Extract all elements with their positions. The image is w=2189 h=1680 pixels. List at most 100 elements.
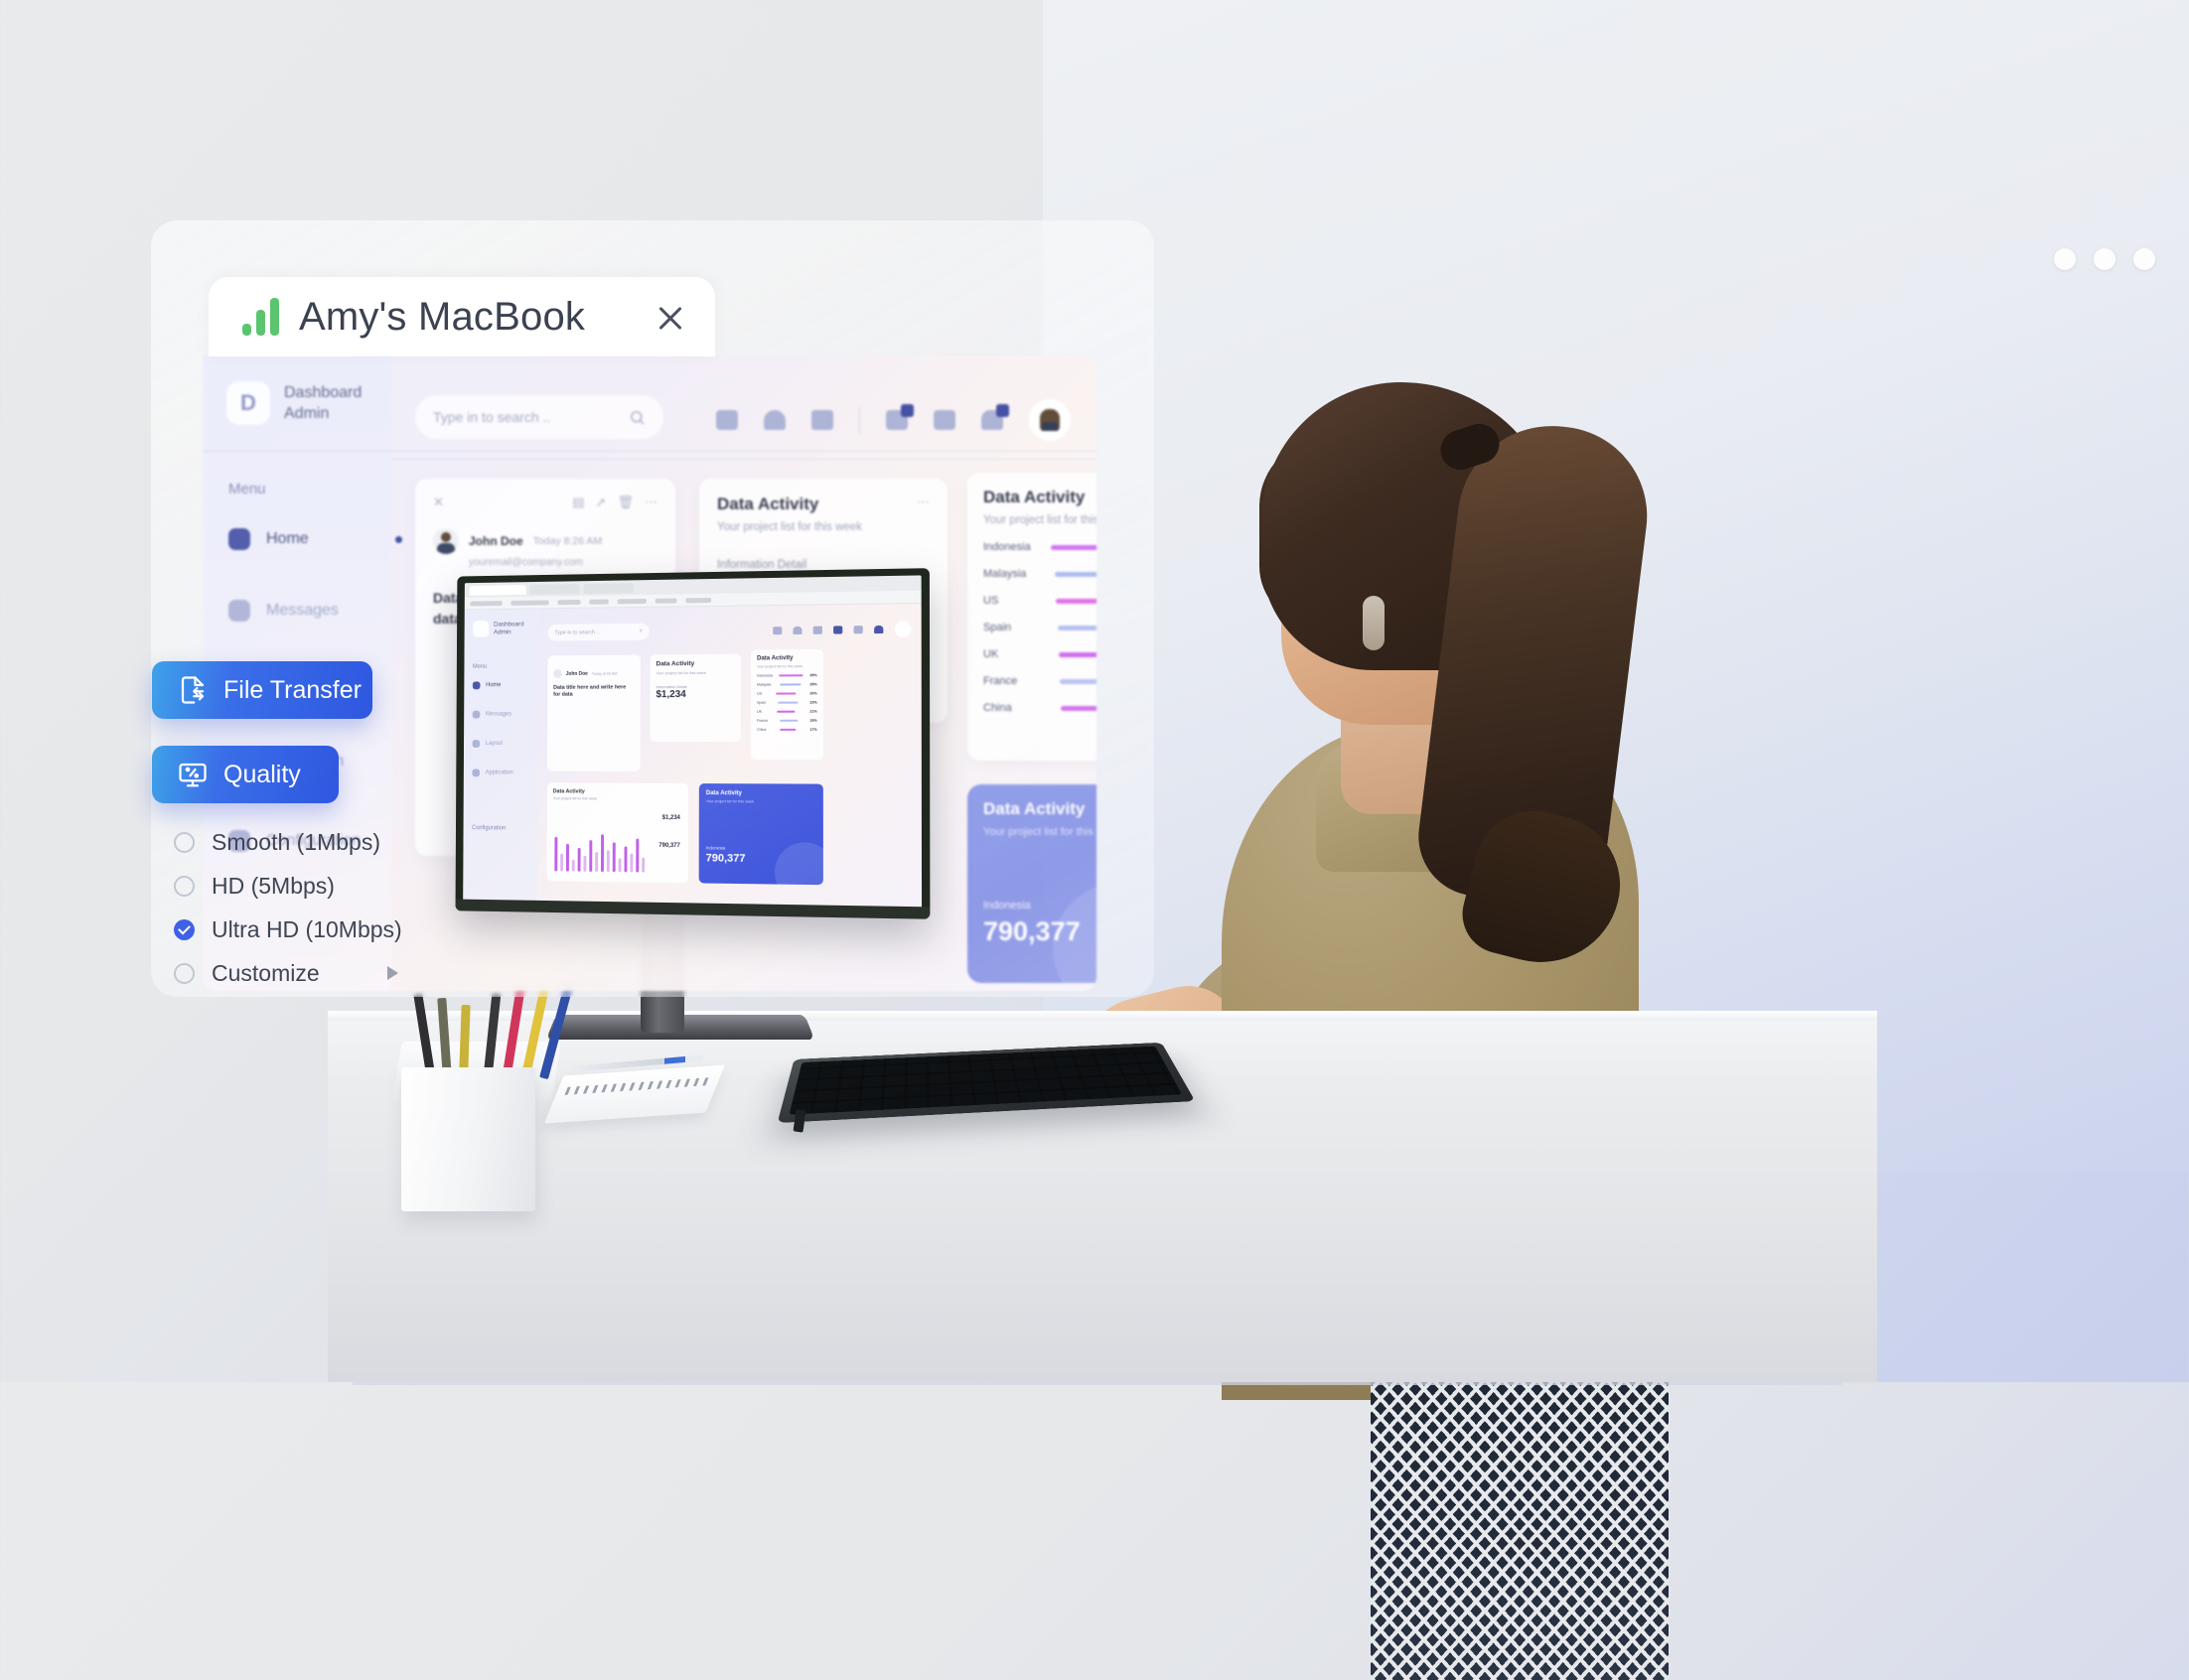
sidebar-item-home[interactable]: Home xyxy=(472,681,502,690)
mail-subject: Data title here and write here for data xyxy=(553,684,627,698)
monitor-dashboard: Dashboard Admin Type in to search .. ⌕ Me… xyxy=(463,603,923,910)
country-row: China17% xyxy=(983,702,1096,714)
toolbar-item[interactable] xyxy=(617,598,647,604)
bell-icon[interactable] xyxy=(874,625,884,634)
country-row: US26% xyxy=(983,595,1096,607)
country-name: Spain xyxy=(983,622,1012,633)
calendar-icon[interactable] xyxy=(716,410,738,430)
toolbar-item[interactable] xyxy=(685,597,712,603)
country-name: Malaysia xyxy=(983,568,1027,580)
session-title-bar: Amy's MacBook xyxy=(209,277,715,356)
chart-bars xyxy=(554,822,647,873)
search-icon: ⌕ xyxy=(639,628,643,634)
country-row: Spain 23% xyxy=(757,700,817,704)
monitor-sidebar xyxy=(463,609,539,903)
country-bar xyxy=(779,674,803,677)
archive-icon[interactable]: ▤ xyxy=(572,494,584,510)
sidebar-item-label: Messages xyxy=(486,711,512,718)
chart-bar xyxy=(560,853,564,872)
layers-icon xyxy=(472,740,481,748)
quality-label: Quality xyxy=(223,760,301,788)
avatar[interactable] xyxy=(894,621,912,637)
country-name: France xyxy=(756,718,769,723)
card-title: Data Activity xyxy=(757,655,794,662)
country-name: Spain xyxy=(757,700,767,705)
sidebar-item-home[interactable]: Home xyxy=(228,528,402,550)
sidebar-item-application[interactable]: Application xyxy=(472,769,513,777)
quality-option-0[interactable]: Smooth (1Mbps) xyxy=(152,820,430,864)
search-input[interactable]: Type in to search .. xyxy=(415,395,663,439)
chart-bar xyxy=(606,850,610,873)
country-row: Indonesia 35% xyxy=(757,673,817,677)
signal-bars-icon xyxy=(242,298,279,336)
layers-icon[interactable] xyxy=(812,626,822,634)
sidebar-item-messages[interactable]: Messages xyxy=(228,600,339,622)
more-icon[interactable]: ⋯ xyxy=(645,494,657,510)
bar-chart-card: Data Activity Your project list for this… xyxy=(546,782,688,884)
country-bar xyxy=(779,728,797,731)
contacts-icon[interactable] xyxy=(853,626,863,634)
toolbar-item[interactable] xyxy=(511,599,549,606)
calendar-icon[interactable] xyxy=(773,627,783,635)
brand-line-2: Admin xyxy=(494,628,511,635)
file-transfer-button[interactable]: File Transfer xyxy=(152,661,372,719)
cloud-icon[interactable] xyxy=(764,410,786,430)
chart-bar xyxy=(624,846,628,873)
purple-activity-card: Data Activity Your project list for this… xyxy=(967,784,1096,983)
cloud-icon[interactable] xyxy=(793,626,803,635)
more-icon[interactable]: ⋯ xyxy=(917,494,930,510)
quality-option-2[interactable]: Ultra HD (10Mbps) xyxy=(152,908,430,951)
sidebar-item-layout[interactable]: Layout xyxy=(472,740,504,748)
menu-label: Menu xyxy=(228,481,266,497)
brand-line-2: Admin xyxy=(284,405,330,422)
contacts-icon[interactable] xyxy=(934,410,955,430)
sidebar-item-label: Layout xyxy=(485,741,504,747)
trash-icon[interactable]: 🗑 xyxy=(617,494,634,510)
country-name: China xyxy=(983,702,1012,714)
card-title: Data Activity xyxy=(656,660,695,668)
browser-tab[interactable] xyxy=(529,583,580,595)
country-row: US26% xyxy=(757,691,817,695)
toolbar-item[interactable] xyxy=(589,599,609,605)
detail-amount: $1,234 xyxy=(656,689,686,701)
sidebar-divider xyxy=(203,451,1096,452)
chevron-right-icon[interactable] xyxy=(387,966,398,980)
country-row: UK21% xyxy=(983,648,1096,660)
radio-unchecked-icon[interactable] xyxy=(174,962,195,984)
radio-checked-icon[interactable] xyxy=(174,918,195,940)
card-subtitle: Your project list for this week xyxy=(757,664,803,669)
sidebar-item-messages[interactable]: Messages xyxy=(472,710,512,719)
quality-option-3[interactable]: Customize xyxy=(152,951,430,995)
brand-line-1: Dashboard xyxy=(284,384,363,401)
pin-icon[interactable]: ➚ xyxy=(596,494,607,510)
radio-unchecked-icon[interactable] xyxy=(174,875,195,897)
sidebar-item-configuration[interactable]: Configuration xyxy=(472,825,506,831)
browser-tab[interactable] xyxy=(583,582,635,594)
radio-unchecked-icon[interactable] xyxy=(174,831,195,853)
quality-option-1[interactable]: HD (5Mbps) xyxy=(152,864,430,908)
quality-option-label: Customize xyxy=(212,959,320,986)
close-icon[interactable]: ✕ xyxy=(433,494,444,510)
close-icon[interactable] xyxy=(656,303,685,333)
browser-tab[interactable] xyxy=(469,584,526,596)
search-placeholder: Type in to search .. xyxy=(433,409,551,425)
layers-icon[interactable] xyxy=(811,410,833,430)
sender-avatar xyxy=(553,669,562,678)
toolbar-item[interactable] xyxy=(470,600,503,606)
bell-icon[interactable] xyxy=(981,404,1009,430)
avatar[interactable] xyxy=(1029,399,1071,441)
messages-icon[interactable] xyxy=(833,626,843,634)
card-title: Data Activity xyxy=(983,488,1086,506)
messages-icon[interactable] xyxy=(886,404,914,430)
chart-bar xyxy=(571,859,575,872)
toolbar-item[interactable] xyxy=(557,599,581,605)
search-icon xyxy=(631,410,645,424)
search-input[interactable]: Type in to search .. ⌕ xyxy=(547,623,650,641)
country-rows: Indonesia35% Malaysia28% US26% Spain23% UK21… xyxy=(983,541,1096,714)
quality-button[interactable]: Quality xyxy=(152,746,339,803)
country-activity-card: Data Activity Your project list for this… xyxy=(750,648,823,761)
country-bar xyxy=(1060,678,1096,684)
sender-email: youremail@company.com xyxy=(469,557,584,568)
toolbar-item[interactable] xyxy=(655,597,677,604)
country-bar xyxy=(1057,625,1096,630)
